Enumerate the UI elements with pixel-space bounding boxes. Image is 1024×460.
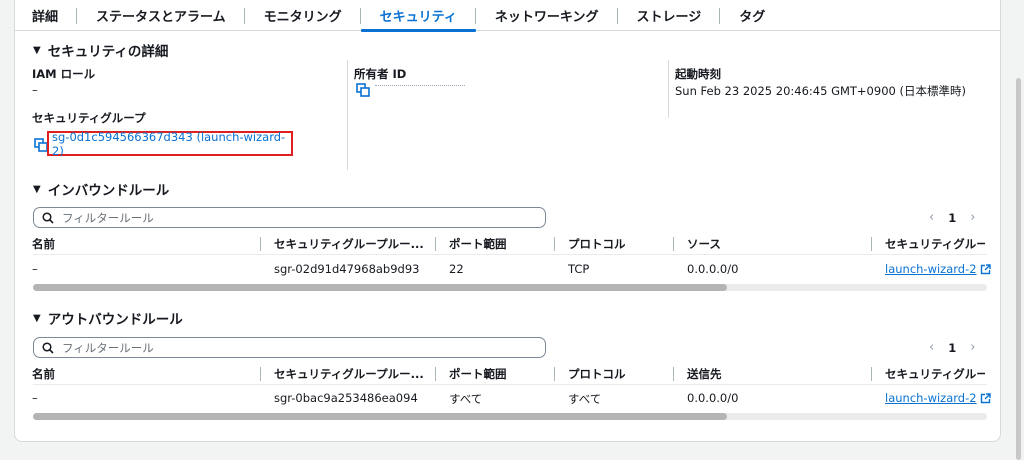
column-resizer[interactable] [871,237,872,251]
column-resizer[interactable] [260,367,261,381]
tab-storage[interactable]: ストレージ [618,0,721,31]
cell-name: – [32,262,38,276]
col-header-security-group[interactable]: セキュリティグルー [885,236,985,252]
outbound-filter-input[interactable] [62,340,522,355]
inbound-filter-input[interactable] [62,210,522,225]
col-header-protocol[interactable]: プロトコル [568,366,626,382]
divider [668,60,669,118]
cell-security-group-link[interactable]: launch-wizard-2 [885,262,991,276]
scrollbar-thumb[interactable] [33,413,727,420]
caret-down-icon: ▼ [33,312,41,324]
column-resizer[interactable] [673,237,674,251]
chevron-left-icon[interactable]: ‹ [929,210,934,225]
owner-id-label: 所有者 ID [354,67,407,81]
scrollbar-thumb[interactable] [33,284,727,291]
cell-protocol: TCP [568,262,590,276]
cell-port: 22 [449,262,464,276]
col-header-port[interactable]: ポート範囲 [449,236,507,252]
caret-down-icon: ▼ [33,183,41,195]
column-resizer[interactable] [871,367,872,381]
inbound-pagination: ‹ 1 › [929,210,975,225]
tab-monitoring[interactable]: モニタリング [245,0,361,31]
security-panel: 詳細 ステータスとアラーム モニタリング セキュリティ ネットワーキング ストレ… [14,0,1001,442]
owner-id-value [375,82,465,86]
column-resizer[interactable] [260,237,261,251]
inbound-horizontal-scrollbar[interactable] [33,284,987,291]
col-header-rule-id[interactable]: セキュリティグループルー... [274,366,424,382]
page-number[interactable]: 1 [948,341,956,355]
tab-status-alarms[interactable]: ステータスとアラーム [77,0,245,31]
page-vertical-scrollbar[interactable] [1016,78,1021,460]
launch-time-value: Sun Feb 23 2025 20:46:45 GMT+0900 (日本標準時… [675,84,966,98]
chevron-right-icon[interactable]: › [970,210,975,225]
chevron-right-icon[interactable]: › [970,340,975,355]
outbound-rules-toggle[interactable]: ▼ アウトバウンドルール [33,308,183,328]
iam-role-value: – [32,83,38,97]
copy-icon[interactable] [356,83,370,97]
col-header-name[interactable]: 名前 [32,236,55,252]
launch-time-label: 起動時刻 [675,67,721,81]
inbound-filter[interactable] [33,207,546,228]
col-header-port[interactable]: ポート範囲 [449,366,507,382]
outbound-filter[interactable] [33,337,546,358]
iam-role-label: IAM ロール [32,67,96,81]
cell-source: 0.0.0.0/0 [687,262,739,276]
divider [347,60,348,170]
security-group-link[interactable]: sg-0d1c594566367d343 (launch-wizard-2) [47,130,293,158]
outbound-horizontal-scrollbar[interactable] [33,413,987,420]
column-resizer[interactable] [435,237,436,251]
col-header-rule-id[interactable]: セキュリティグループルー... [274,236,424,252]
security-details-toggle[interactable]: ▼ セキュリティの詳細 [33,40,168,60]
col-header-protocol[interactable]: プロトコル [568,236,626,252]
page-number[interactable]: 1 [948,211,956,225]
caret-down-icon: ▼ [33,44,41,56]
search-icon [42,211,54,224]
search-icon [42,341,54,354]
tab-bar: 詳細 ステータスとアラーム モニタリング セキュリティ ネットワーキング ストレ… [15,0,1000,32]
column-resizer[interactable] [673,367,674,381]
column-resizer[interactable] [554,237,555,251]
cell-name: – [32,391,38,405]
column-resizer[interactable] [435,367,436,381]
external-link-icon [980,393,991,404]
tab-networking[interactable]: ネットワーキング [476,0,618,31]
external-link-icon [980,264,991,275]
cell-protocol: すべて [568,392,602,406]
column-resizer[interactable] [554,367,555,381]
cell-rule-id: sgr-0bac9a253486ea094 [274,391,418,405]
copy-icon[interactable] [34,138,48,152]
tab-security[interactable]: セキュリティ [360,0,477,32]
cell-port: すべて [449,392,483,406]
col-header-source[interactable]: ソース [687,236,721,252]
chevron-left-icon[interactable]: ‹ [929,340,934,355]
outbound-pagination: ‹ 1 › [929,340,975,355]
cell-rule-id: sgr-02d91d47968ab9d93 [274,262,420,276]
col-header-name[interactable]: 名前 [32,366,55,382]
tab-details[interactable]: 詳細 [15,0,78,31]
divider [33,384,987,385]
tab-tags[interactable]: タグ [720,0,784,31]
col-header-security-group[interactable]: セキュリティグルー [885,366,985,382]
col-header-destination[interactable]: 送信先 [687,366,722,382]
cell-destination: 0.0.0.0/0 [687,391,739,405]
divider [33,254,987,255]
inbound-rules-toggle[interactable]: ▼ インバウンドルール [33,179,169,199]
security-group-label: セキュリティグループ [32,111,146,125]
cell-security-group-link[interactable]: launch-wizard-2 [885,391,991,405]
